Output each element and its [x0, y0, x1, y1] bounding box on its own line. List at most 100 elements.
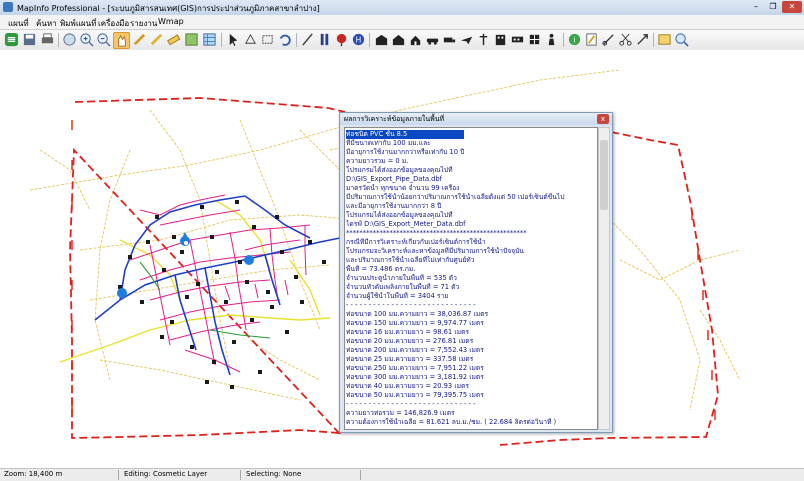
result-line: จำนวนประตูน้ำภายในพื้นที่ = 535 ตัว: [346, 274, 457, 282]
parcel-icon[interactable]: [527, 32, 542, 47]
pipe-tool-icon[interactable]: [300, 32, 315, 47]
result-line: จำนวนหัวดับเพลิงภายในพื้นที่ = 71 ตัว: [346, 283, 460, 291]
result-line: ท่อขนาด 40 มม.ความยาว = 20.93 เมตร: [346, 382, 469, 390]
zoom-extent-icon[interactable]: [62, 32, 77, 47]
cosmetic-icon[interactable]: [184, 32, 199, 47]
home-icon[interactable]: [408, 32, 423, 47]
result-line: ท่อขนาด 50 มม.ความยาว = 79,395.75 เมตร: [346, 391, 484, 399]
scrollbar-thumb[interactable]: [600, 140, 608, 210]
result-line: จำนวนผู้ใช้น้ำในพื้นที่ = 3404 ราย: [346, 292, 449, 300]
analysis-window-close-button[interactable]: x: [597, 114, 609, 124]
close-button[interactable]: ✕: [782, 1, 802, 13]
restore-button[interactable]: ❐: [765, 1, 781, 13]
result-line: ที่มีขนาดเท่ากับ 100 มม.และ: [346, 139, 431, 147]
result-line: ความยาวรวม = 0 ม.: [346, 157, 409, 165]
result-line: มาตรวัดน้ำ ทุกขนาด จำนวน 99 เครื่อง: [346, 184, 460, 192]
result-line: ท่อขนาด 16 มม.ความยาว = 98.61 เมตร: [346, 328, 469, 336]
zoom-status: Zoom: 18,400 m: [4, 470, 63, 478]
undo-icon[interactable]: [277, 32, 292, 47]
result-line: D:\GIS_Export_Pipe_Data.dbf: [346, 175, 443, 183]
valve-tool-icon[interactable]: [317, 32, 332, 47]
settings-icon[interactable]: [635, 32, 650, 47]
analysis-text-area[interactable]: ท่อชนิด PVC ชั้น 8.5 ที่มีขนาดเท่ากับ 10…: [344, 127, 598, 430]
secondary-pipes: [59, 199, 331, 363]
svg-text:H: H: [356, 35, 362, 44]
report-icon[interactable]: [657, 32, 672, 47]
result-line: โปรแกรมจะวิเคราะห์และหาข้อมูลที่มีปริมาณ…: [346, 247, 524, 255]
result-line: ความยาวท่อรวม = 146,826.9 เมตร: [346, 409, 455, 417]
svg-text:i: i: [573, 35, 575, 44]
hydrant-icon[interactable]: H: [351, 32, 366, 47]
analysis-window-titlebar[interactable]: ผลการวิเคราะห์ข้อมูลภายในพื้นที่ x: [340, 113, 612, 125]
result-line: ท่อขนาด 200 มม.ความยาว = 7,552.43 เมตร: [346, 346, 484, 354]
print-icon[interactable]: [40, 32, 55, 47]
selecting-status: Selecting: None: [246, 470, 302, 478]
result-line: กรณีที่มีการวิเคราะห์เกี่ยวกับเปอร์เซ็นต…: [346, 238, 486, 246]
water-drop-icon: [184, 241, 188, 245]
water-drop-icon: [244, 255, 254, 265]
house-icon[interactable]: [391, 32, 406, 47]
menu-bar: แผนที่ ค้นหา พิมพ์แผนที่ เครื่องมือ รายง…: [0, 15, 804, 30]
main-toolbar: H i: [0, 30, 804, 51]
analysis-vertical-scrollbar[interactable]: [598, 127, 610, 430]
result-line: ไดรฟ์ D:\GIS_Export_Meter_Data.dbf: [346, 220, 466, 228]
building-icon[interactable]: [374, 32, 389, 47]
mapinfo-app-icon: [3, 2, 13, 12]
polygon-select-icon[interactable]: [243, 32, 258, 47]
ruler-icon[interactable]: [166, 32, 181, 47]
menu-map[interactable]: แผนที่: [8, 17, 29, 30]
result-line: ท่อขนาด 150 มม.ความยาว = 9,974.77 เมตร: [346, 319, 484, 327]
zoom-out-icon[interactable]: [96, 32, 111, 47]
meter-icon[interactable]: [334, 32, 349, 47]
tools-icon[interactable]: [601, 32, 616, 47]
title-bar: MapInfo Professional - [ระบบภูมิสารสนเทศ…: [0, 0, 804, 16]
result-line: และมีอายุการใช้งานมากกว่า 8 ปี: [346, 202, 442, 210]
zoom-in-icon[interactable]: [79, 32, 94, 47]
result-line: พื้นที่ = 73.486 ตร.กม.: [346, 265, 416, 273]
result-line: ท่อขนาด 100 มม.ความยาว = 38,036.87 เมตร: [346, 310, 489, 318]
toolbar-separator: [58, 33, 59, 47]
menu-search[interactable]: ค้นหา: [36, 17, 57, 30]
edit-icon[interactable]: [584, 32, 599, 47]
analysis-window-title: ผลการวิเคราะห์ข้อมูลภายในพื้นที่: [344, 115, 445, 123]
result-line: ท่อขนาด 20 มม.ความยาว = 276.81 เมตร: [346, 337, 474, 345]
truck-icon[interactable]: [442, 32, 457, 47]
toolbar-separator: [369, 33, 370, 47]
status-separator: [360, 470, 361, 480]
result-line: โปรแกรมได้ส่งออกข้อมูลของคุณไปที่: [346, 211, 453, 219]
minimize-button[interactable]: –: [748, 1, 764, 13]
plane-icon[interactable]: [459, 32, 474, 47]
office-icon[interactable]: [493, 32, 508, 47]
report-grid-icon[interactable]: [202, 32, 217, 47]
result-line: ท่อขนาด 300 มม.ความยาว = 3,181.92 เมตร: [346, 373, 484, 381]
status-separator: [118, 470, 119, 480]
save-icon[interactable]: [22, 32, 37, 47]
pointer-icon[interactable]: [226, 32, 241, 47]
result-line: ท่อขนาด 25 มม.ความยาว = 337.58 เมตร: [346, 355, 474, 363]
menu-tools[interactable]: เครื่องมือ: [98, 17, 129, 30]
info-icon[interactable]: i: [567, 32, 582, 47]
measure-icon[interactable]: [149, 32, 164, 47]
editing-status: Editing: Cosmetic Layer: [124, 470, 208, 478]
scissors-icon[interactable]: [618, 32, 633, 47]
result-line: ท่อขนาด 250 มม.ความยาว = 7,951.22 เมตร: [346, 364, 484, 372]
status-bar: Zoom: 18,400 m Editing: Cosmetic Layer S…: [0, 468, 804, 481]
result-line: ความต้องการใช้น้ำเฉลี่ย = 81.621 ลบ.ม./ช…: [346, 418, 557, 426]
menu-wmap[interactable]: Wmap: [158, 17, 184, 26]
toolbar-separator: [221, 33, 222, 47]
car-icon[interactable]: [425, 32, 440, 47]
person-icon[interactable]: [544, 32, 559, 47]
search-icon[interactable]: [674, 32, 689, 47]
select-icon[interactable]: [132, 32, 147, 47]
layers-icon[interactable]: [4, 32, 19, 47]
signpost-icon[interactable]: [476, 32, 491, 47]
toolbar-separator: [296, 33, 297, 47]
pan-icon[interactable]: [113, 32, 130, 49]
toolbar-separator: [563, 33, 564, 47]
analysis-result-window: ผลการวิเคราะห์ข้อมูลภายในพื้นที่ x ท่อชน…: [339, 112, 613, 433]
menu-print-map[interactable]: พิมพ์แผนที่: [60, 17, 96, 30]
region-icon[interactable]: [260, 32, 275, 47]
table-icon[interactable]: [510, 32, 525, 47]
result-line: - - - - - - - - - - - - - - - - - - - - …: [346, 301, 476, 309]
menu-report[interactable]: รายงาน: [130, 17, 157, 30]
